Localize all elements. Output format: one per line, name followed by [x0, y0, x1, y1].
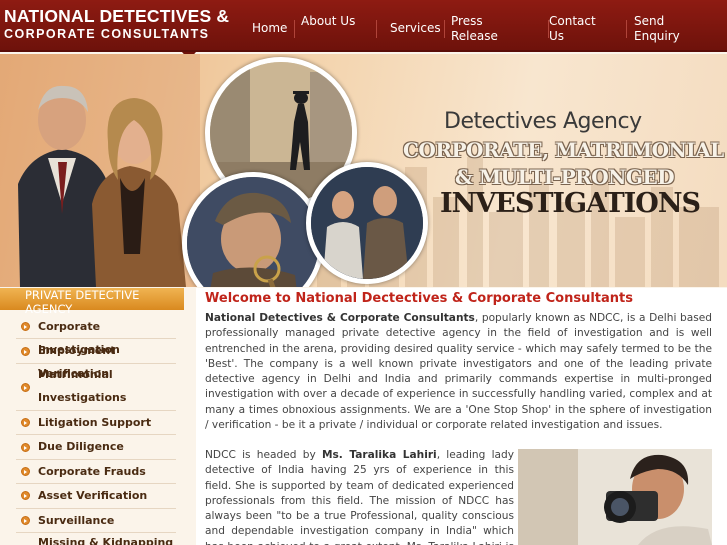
- leadership-text-b: , leading lady detective of India having…: [205, 449, 515, 545]
- director-name: Ms. Taralika Lahiri: [321, 449, 437, 461]
- arrow-bullet-icon: [21, 443, 30, 452]
- sidebar-item-corporate-investigation[interactable]: Corporate Investigation: [16, 315, 176, 356]
- welcome-heading: Welcome to National Dectectives & Corpor…: [205, 291, 633, 306]
- nav-home[interactable]: Home: [252, 21, 287, 36]
- sidebar-item-label: Surveillance: [38, 514, 115, 527]
- nav-divider: [294, 20, 295, 38]
- nav-divider: [444, 20, 445, 38]
- sidebar-item-corporate-frauds[interactable]: Corporate Frauds: [16, 460, 176, 484]
- arrow-bullet-icon: [21, 516, 30, 525]
- arrow-bullet-icon: [21, 347, 30, 356]
- detective-camera-photo: [518, 449, 712, 545]
- banner-title: Detectives Agency: [444, 109, 642, 134]
- leadership-paragraph: NDCC is headed by Ms. Taralika Lahiri, l…: [205, 448, 514, 545]
- intro-text: , popularly known as NDCC, is a Delhi ba…: [205, 312, 712, 432]
- sidebar-list: Corporate Investigation Employment Verif…: [16, 315, 176, 545]
- site-header: NATIONAL DETECTIVES & CORPORATE CONSULTA…: [0, 0, 727, 52]
- banner-tagline-2: & MULTI-PRONGED: [455, 165, 675, 189]
- nav-divider: [376, 20, 377, 38]
- sidebar-item-asset-verification[interactable]: Asset Verification: [16, 484, 176, 509]
- sidebar-item-label: Missing & Kidnapping: [38, 536, 174, 545]
- intro-paragraph: National Detectives & Corporate Consulta…: [205, 311, 712, 433]
- sidebar-heading: PRIVATE DETECTIVE AGENCY: [0, 288, 184, 316]
- main-content: Welcome to National Dectectives & Corpor…: [196, 288, 727, 545]
- arrow-bullet-icon: [21, 383, 30, 392]
- sidebar-item-due-diligence[interactable]: Due Diligence: [16, 435, 176, 460]
- sidebar-item-label: Asset Verification: [38, 489, 148, 502]
- sidebar-item-employment-verification[interactable]: Employment Verification: [16, 339, 176, 380]
- sidebar-item-label: Litigation Support: [38, 416, 152, 429]
- sidebar-item-matrimonial-investigations[interactable]: Matrimonial Investigations: [16, 364, 176, 411]
- company-name: National Detectives & Corporate Consulta…: [205, 312, 475, 324]
- logo-line-2: CORPORATE CONSULTANTS: [4, 27, 210, 41]
- hero-banner: Detectives Agency CORPORATE, MATRIMONIAL…: [0, 54, 727, 287]
- arrow-bullet-icon: [21, 491, 30, 500]
- detective-duo-photo: [306, 162, 428, 284]
- arrow-bullet-icon: [21, 467, 30, 476]
- arrow-bullet-icon: [21, 322, 30, 331]
- nav-send-enquiry[interactable]: Send Enquiry: [634, 14, 684, 44]
- page: NATIONAL DETECTIVES & CORPORATE CONSULTA…: [0, 0, 727, 545]
- banner-tagline-1: CORPORATE, MATRIMONIAL: [403, 138, 724, 162]
- nav-divider: [626, 20, 627, 38]
- sidebar-item-label: Corporate Frauds: [38, 465, 146, 478]
- banner-tagline-3: INVESTIGATIONS: [440, 188, 701, 219]
- sidebar-heading-text: PRIVATE DETECTIVE AGENCY: [25, 288, 140, 316]
- detectives-photo: [0, 54, 200, 287]
- nav-contact-us[interactable]: Contact Us: [549, 14, 609, 44]
- services-sidebar: PRIVATE DETECTIVE AGENCY Corporate Inves…: [0, 288, 192, 545]
- sidebar-item-litigation-support[interactable]: Litigation Support: [16, 411, 176, 435]
- sidebar-item-missing-kidnapping[interactable]: Missing & Kidnapping: [16, 533, 176, 545]
- nav-services[interactable]: Services: [390, 21, 441, 36]
- leadership-text-a: NDCC is headed by: [205, 449, 322, 461]
- site-logo[interactable]: NATIONAL DETECTIVES & CORPORATE CONSULTA…: [4, 6, 236, 46]
- nav-about-us[interactable]: About Us: [301, 14, 361, 29]
- arrow-bullet-icon: [21, 418, 30, 427]
- sidebar-item-label: Due Diligence: [38, 440, 124, 453]
- sidebar-item-surveillance[interactable]: Surveillance: [16, 509, 176, 533]
- nav-press-release[interactable]: Press Release: [451, 14, 513, 44]
- logo-line-1: NATIONAL DETECTIVES &: [4, 6, 230, 26]
